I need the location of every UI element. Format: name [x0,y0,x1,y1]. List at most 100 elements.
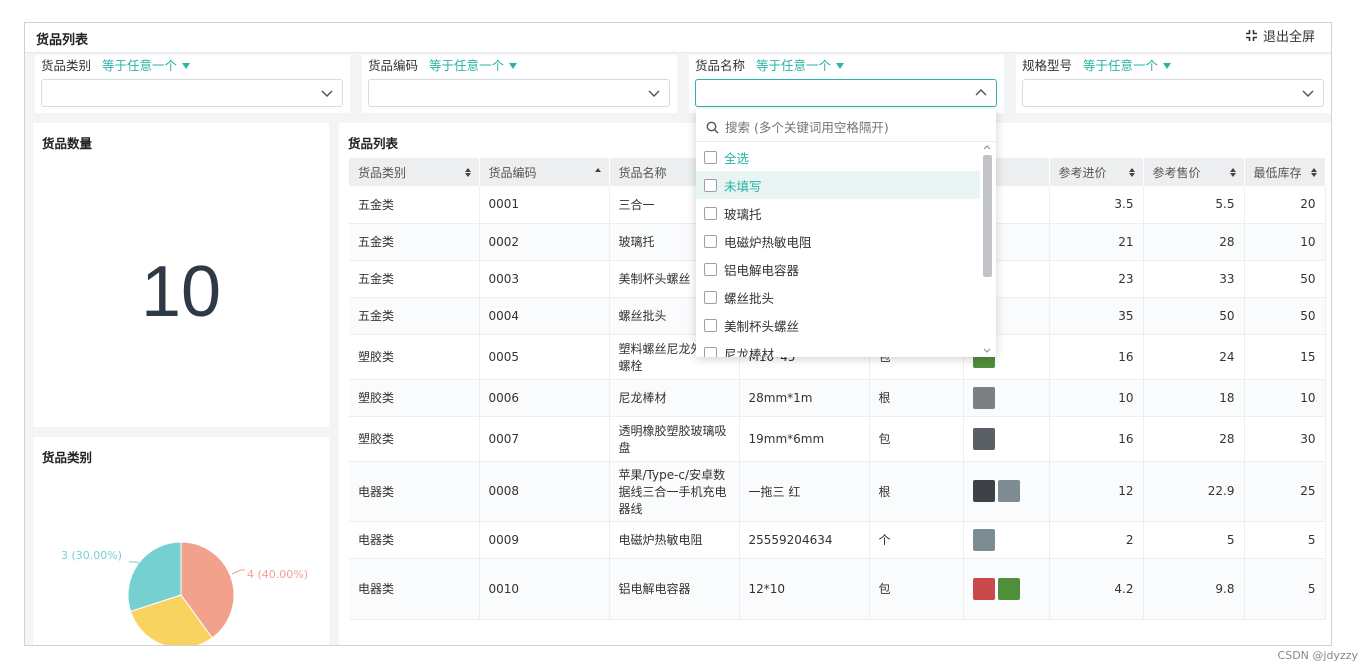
table-row[interactable]: 电器类 0010 铝电解电容器 12*10 包 4.2 9.8 5 [349,558,1326,620]
dropdown-option[interactable]: 电磁炉热敏电阻 [696,227,980,255]
page-title: 货品列表 [36,33,89,48]
table-cell: 10 [1244,223,1326,261]
col-min-stock[interactable]: 最低库存 [1244,158,1326,186]
col-sale-price[interactable]: 参考售价 [1143,158,1245,186]
sort-icon[interactable] [464,168,471,177]
table-cell: 电器类 [349,461,480,522]
dropdown-option[interactable]: 美制杯头螺丝 [696,311,980,339]
table-cell: 15 [1244,334,1326,380]
table-cell [963,558,1050,620]
table-cell: 0008 [479,461,610,522]
scroll-down-icon[interactable] [982,347,992,355]
table-cell [963,416,1050,462]
name-filter-dropdown: 全选未填写玻璃托电磁炉热敏电阻铝电解电容器螺丝批头美制杯头螺丝尼龙棒材 [696,109,996,357]
checkbox[interactable] [704,150,717,164]
filter-code-operator[interactable]: 等于任意一个 [429,55,518,74]
table-cell: 电磁炉热敏电阻 [609,521,740,559]
table-cell: 尼龙棒材 [609,379,740,417]
dropdown-search-input[interactable] [725,119,975,135]
table-cell: 28 [1143,416,1245,462]
table-cell: 10 [1244,379,1326,417]
table-cell: 16 [1049,334,1144,380]
table-cell: 五金类 [349,260,480,298]
count-card: 货品数量 10 [33,123,329,427]
filter-spec-operator[interactable]: 等于任意一个 [1083,55,1172,74]
product-thumbnail-image[interactable] [972,386,995,409]
table-cell: 5.5 [1143,186,1245,224]
table-cell: 30 [1244,416,1326,462]
table-cell: 0005 [479,334,610,380]
table-cell: 0007 [479,416,610,462]
checkbox[interactable] [704,178,717,192]
scrollbar-thumb[interactable] [983,155,992,277]
dropdown-scrollbar[interactable] [982,143,992,355]
table-cell: 20 [1244,186,1326,224]
sort-icon[interactable] [1128,168,1135,177]
sort-icon[interactable] [1310,168,1317,177]
filter-code: 货品编码 等于任意一个 [362,55,677,113]
count-value: 10 [140,252,222,332]
dropdown-option[interactable]: 玻璃托 [696,199,980,227]
filter-category-select[interactable] [41,79,343,107]
table-cell: 50 [1244,297,1326,335]
dropdown-option-label: 全选 [724,150,750,166]
pie-label-left: 3 (30.00%) [61,549,122,562]
checkbox[interactable] [704,234,717,248]
filter-category-operator[interactable]: 等于任意一个 [102,55,191,74]
col-code[interactable]: 货品编码 [479,158,610,186]
table-cell: 铝电解电容器 [609,558,740,620]
product-thumbnail-image[interactable] [972,577,995,600]
table-cell [963,461,1050,522]
table-cell: 五金类 [349,297,480,335]
checkbox[interactable] [704,206,717,220]
table-row[interactable]: 塑胶类 0007 透明橡胶塑胶玻璃吸盘 19mm*6mm 包 16 28 30 [349,416,1326,462]
table-cell: 五金类 [349,186,480,224]
checkbox[interactable] [704,290,717,304]
filter-code-select[interactable] [368,79,670,107]
dropdown-option[interactable]: 全选 [696,143,980,171]
col-category[interactable]: 货品类别 [349,158,480,186]
app-frame: 货品列表 退出全屏 货品类别 等于任意一个 货品编码 等于任意一个 货品名称 等… [24,22,1332,646]
table-cell: 0002 [479,223,610,261]
dropdown-option[interactable]: 铝电解电容器 [696,255,980,283]
dropdown-option-label: 螺丝批头 [724,290,775,306]
col-purchase-price[interactable]: 参考进价 [1049,158,1144,186]
table-row[interactable]: 电器类 0008 苹果/Type-c/安卓数据线三合一手机充电器线 一拖三 红根 12 2… [349,461,1326,522]
sort-asc-icon[interactable] [594,168,601,177]
filter-spec: 规格型号 等于任意一个 [1016,55,1331,113]
table-cell: 9.8 [1143,558,1245,620]
dropdown-option-list: 全选未填写 玻璃托 电磁炉热敏电阻 铝电解电容器螺丝批头美制杯头螺丝尼龙棒材 [696,143,980,357]
checkbox[interactable] [704,318,717,332]
table-cell: 12*10 [739,558,870,620]
table-cell: 0003 [479,260,610,298]
table-row[interactable]: 塑胶类 0006 尼龙棒材 28mm*1m 根 10 18 10 [349,379,1326,417]
dropdown-option-label: 尼龙棒材 [724,346,775,358]
table-row[interactable]: 电器类 0009 电磁炉热敏电阻 25559204634 个 2 5 5 [349,521,1326,559]
table-card-title: 货品列表 [348,136,399,151]
filter-name-select[interactable] [695,79,997,107]
product-thumbnail-image[interactable] [972,528,995,551]
sort-icon[interactable] [1229,168,1236,177]
filter-spec-select[interactable] [1022,79,1324,107]
dropdown-option[interactable]: 尼龙棒材 [696,339,980,357]
product-thumbnail-image[interactable] [997,577,1020,600]
table-cell: 一拖三 红 [739,461,870,522]
table-cell: 50 [1244,260,1326,298]
table-cell: 包 [869,558,964,620]
chevron-down-icon [648,90,660,98]
checkbox[interactable] [704,262,717,276]
filter-name-label: 货品名称 [695,58,746,73]
scroll-up-icon[interactable] [982,143,992,151]
filter-name-operator[interactable]: 等于任意一个 [756,55,845,74]
filter-category-label: 货品类别 [41,58,92,73]
dropdown-option[interactable]: 未填写 [696,171,980,199]
checkbox[interactable] [704,346,717,357]
product-thumbnail-image[interactable] [997,480,1020,502]
product-thumbnail-image[interactable] [972,480,995,502]
table-cell: 35 [1049,297,1144,335]
exit-fullscreen-button[interactable]: 退出全屏 [1245,26,1315,45]
chevron-down-icon [1302,90,1314,98]
dropdown-option[interactable]: 螺丝批头 [696,283,980,311]
product-thumbnail-image[interactable] [972,427,995,450]
pie-label-right: 4 (40.00%) [247,568,308,581]
